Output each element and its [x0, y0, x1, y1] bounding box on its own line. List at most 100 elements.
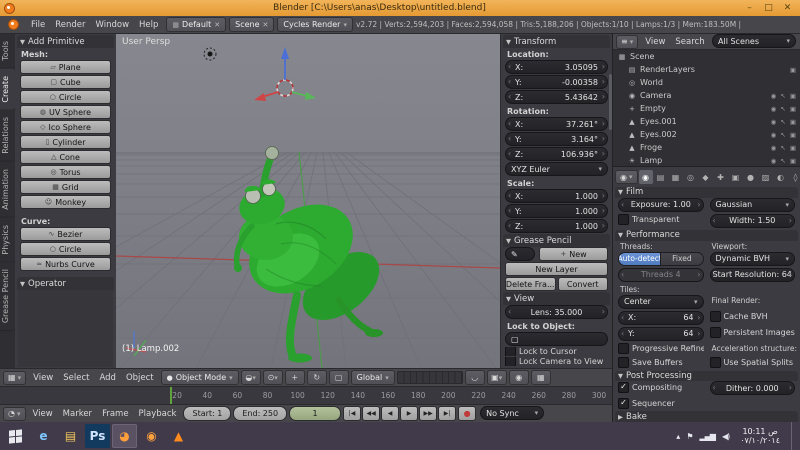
post-processing-panel-header[interactable]: ▼ Post Processing [615, 370, 798, 382]
view-panel-header[interactable]: ▼ View [503, 292, 610, 305]
taskbar-clock[interactable]: 10:11 ص ٠٧/١٠/٢٠١٤ [740, 427, 780, 446]
filter-width-field[interactable]: Width: 1.50 [709, 213, 795, 228]
sync-mode-dropdown[interactable]: No Sync ▾ [480, 406, 545, 420]
action-center-icon[interactable]: ⚑ [686, 432, 693, 441]
menu-item[interactable]: Object [121, 373, 159, 383]
add-curve-button[interactable]: ≈ Nurbs Curve [20, 257, 111, 271]
menu-item[interactable]: Help [134, 20, 163, 30]
menu-item[interactable]: View [28, 373, 58, 383]
snap-toggle-button[interactable]: ◡ [464, 370, 485, 385]
record-button[interactable]: ● [458, 406, 477, 421]
viewport-canvas[interactable] [116, 34, 500, 368]
add-curve-button[interactable]: ∿ Bezier [20, 227, 111, 241]
tile-x-field[interactable]: X: 64 [618, 310, 704, 325]
tool-shelf-tab[interactable]: Relations [0, 110, 15, 163]
file-explorer-icon[interactable]: ▤ [58, 424, 83, 448]
outliner-row[interactable]: ▲ Eyes.001 ◉ ↖ ▣ [613, 115, 800, 128]
add-primitive-panel-header[interactable]: ▼ Add Primitive [17, 35, 114, 48]
unlink-layout-icon[interactable]: ✕ [214, 21, 220, 29]
menu-item[interactable]: Render [50, 20, 90, 30]
add-mesh-button[interactable]: ▢ Cube [20, 75, 111, 89]
scene-selector[interactable]: Scene ✕ [229, 17, 275, 32]
cache-bvh-checkbox[interactable]: Cache BVH [709, 311, 796, 323]
tool-shelf-tab[interactable]: Physics [0, 217, 15, 263]
current-frame-playhead[interactable] [170, 387, 172, 405]
firefox-icon[interactable]: ◉ [139, 424, 164, 448]
jump-to-end-button[interactable]: ▶| [438, 406, 457, 421]
menu-item[interactable]: Select [58, 373, 94, 383]
lamp-object-indicator[interactable] [203, 47, 217, 61]
restrict-toggles[interactable]: ◉ ↖ ▣ [771, 118, 800, 126]
constraints-tab-icon[interactable]: ✚ [714, 170, 728, 184]
menu-item[interactable]: Add [94, 373, 120, 383]
volume-icon[interactable]: ◀) [722, 432, 730, 441]
current-frame-field[interactable]: 1 [289, 406, 342, 421]
close-button[interactable]: ✕ [778, 2, 797, 15]
transform-panel-header[interactable]: ▼ Transform [503, 35, 610, 48]
physics-tab-icon[interactable]: ◊ [789, 170, 800, 184]
play-reverse-button[interactable]: ◀ [381, 406, 400, 421]
restrict-toggles[interactable]: ◉ ↖ ▣ [771, 131, 800, 139]
grease-pencil-panel-header[interactable]: ▼ Grease Pencil [503, 234, 610, 247]
photoshop-icon[interactable]: Ps [85, 424, 110, 448]
performance-panel-header[interactable]: ▼ Performance [615, 229, 798, 241]
add-mesh-button[interactable]: ▦ Grid [20, 180, 111, 194]
location-field[interactable]: Y: -0.00358 [505, 75, 608, 89]
opengl-render-button[interactable]: ◉ [508, 370, 529, 385]
screen-layout-selector[interactable]: ▦ Default ✕ [166, 17, 227, 32]
progressive-refine-checkbox[interactable]: Progressive Refine [618, 343, 704, 355]
editor-type-selector[interactable]: ◉ ▾ [615, 170, 638, 184]
lock-to-cursor-checkbox[interactable]: Lock to Cursor [505, 347, 608, 356]
world-tab-icon[interactable]: ◎ [684, 170, 698, 184]
show-desktop-button[interactable] [791, 422, 796, 450]
menu-item[interactable]: File [26, 20, 50, 30]
scale-field[interactable]: Y: 1.000 [505, 204, 608, 218]
editor-type-selector[interactable]: ▦ ▾ [3, 370, 27, 385]
render-layers-tab-icon[interactable]: ▤ [654, 170, 668, 184]
creature-model[interactable] [233, 146, 392, 363]
add-mesh-button[interactable]: △ Cone [20, 150, 111, 164]
manipulator-scale-button[interactable]: ▢ [328, 370, 349, 385]
add-mesh-button[interactable]: ○ Circle [20, 90, 111, 104]
data-tab-icon[interactable]: ● [744, 170, 758, 184]
menu-item[interactable]: Frame [97, 409, 133, 419]
transform-manipulator[interactable] [254, 47, 316, 101]
lock-camera-checkbox[interactable]: Lock Camera to View [505, 357, 608, 366]
render-engine-selector[interactable]: Cycles Render ▾ [277, 17, 353, 32]
restrict-toggles[interactable]: ◉ ↖ ▣ [771, 157, 800, 165]
add-mesh-button[interactable]: ▱ Plane [20, 60, 111, 74]
rotation-field[interactable]: X: 37.261° [505, 117, 608, 131]
gp-convert-button[interactable]: Convert [557, 277, 608, 291]
start-resolution-field[interactable]: Start Resolution: 64 [709, 267, 795, 282]
viewport-bvh-dropdown[interactable]: Dynamic BVH ▾ [709, 251, 795, 266]
save-buffers-checkbox[interactable]: Save Buffers [618, 357, 704, 369]
add-mesh-button[interactable]: ☺ Monkey [20, 195, 111, 209]
outliner-row[interactable]: ▤ RenderLayers ▣ [613, 63, 800, 76]
window-titlebar[interactable]: Blender [C:\Users\anas\Desktop\untitled.… [0, 0, 800, 16]
tile-y-field[interactable]: Y: 64 [618, 326, 704, 341]
manipulator-rotate-button[interactable]: ↻ [306, 370, 327, 385]
menu-item[interactable]: Search [670, 37, 709, 47]
gp-datablock-selector[interactable]: ✎ [505, 247, 535, 261]
rotation-mode-dropdown[interactable]: XYZ Euler ▾ [505, 162, 608, 176]
menu-item[interactable]: Marker [58, 409, 97, 419]
rotation-field[interactable]: Y: 3.164° [505, 132, 608, 146]
add-mesh-button[interactable]: ◇ Ico Sphere [20, 120, 111, 134]
modifiers-tab-icon[interactable]: ▣ [729, 170, 743, 184]
tool-shelf-tab[interactable]: Create [0, 68, 15, 111]
location-field[interactable]: Z: 5.43642 [505, 90, 608, 104]
layers-widget[interactable] [396, 371, 463, 384]
tool-shelf-tab[interactable]: Grease Pencil [0, 262, 15, 332]
prev-keyframe-button[interactable]: ◀◀ [362, 406, 381, 421]
gp-new-layer-button[interactable]: New Layer [505, 262, 608, 276]
threads-count-field[interactable]: Threads 4 [618, 267, 704, 282]
blender-taskbar-icon[interactable]: ◕ [112, 424, 137, 448]
dither-field[interactable]: Dither: 0.000 [709, 381, 795, 396]
opengl-render-anim-button[interactable]: ▦ [530, 370, 551, 385]
location-field[interactable]: X: 3.05095 [505, 60, 608, 74]
restrict-toggles[interactable]: ◉ ↖ ▣ [771, 92, 800, 100]
outliner-row[interactable]: ▲ Eyes.002 ◉ ↖ ▣ [613, 128, 800, 141]
filter-type-dropdown[interactable]: Gaussian ▾ [709, 197, 795, 212]
add-curve-button[interactable]: ○ Circle [20, 242, 111, 256]
network-icon[interactable]: ▂▄▆ [699, 432, 716, 441]
